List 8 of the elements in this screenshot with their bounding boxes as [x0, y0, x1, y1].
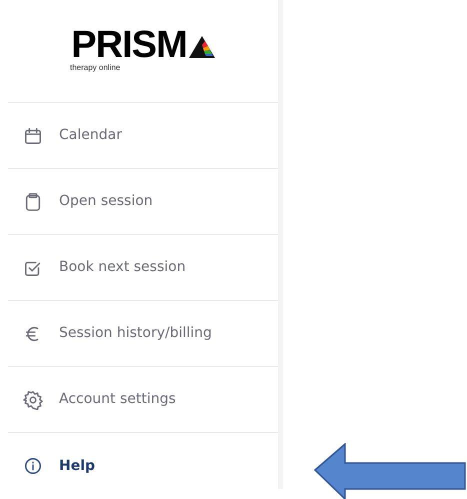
- calendar-icon: [23, 126, 43, 146]
- prism-icon: [188, 36, 215, 58]
- clipboard-icon: [23, 192, 43, 212]
- info-icon: [23, 456, 43, 476]
- logo-tagline: therapy online: [70, 62, 120, 74]
- logo-wordmark: PRISM: [71, 28, 187, 62]
- menu-item[interactable]: Help: [8, 433, 278, 499]
- gear-icon: [23, 390, 43, 410]
